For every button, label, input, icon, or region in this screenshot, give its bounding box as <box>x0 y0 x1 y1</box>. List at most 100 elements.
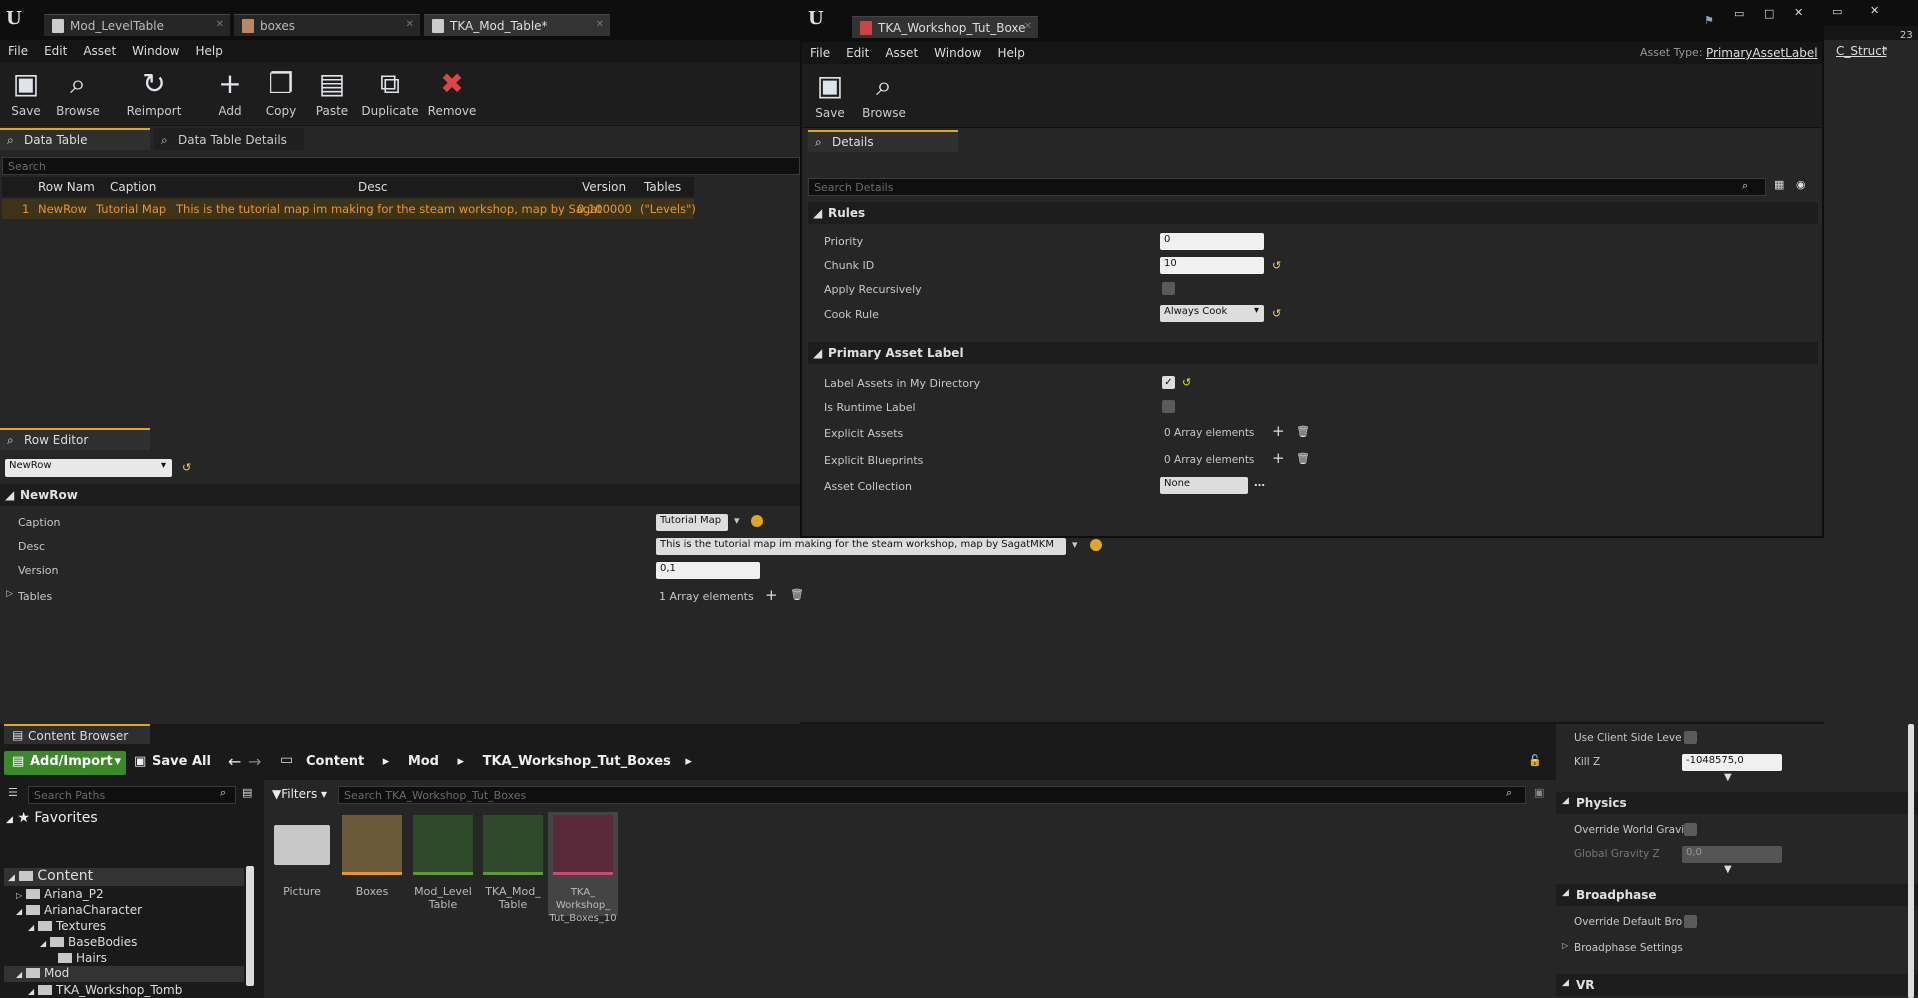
chevron-down-icon[interactable]: ▾ <box>1072 538 1078 551</box>
plus-icon[interactable]: + <box>765 586 778 604</box>
tab-row-editor[interactable]: ⌕ Row Editor <box>0 428 150 450</box>
tree-item-hairs[interactable]: Hairs <box>58 951 107 965</box>
remove-button[interactable]: ✖ Remove <box>424 66 480 122</box>
tree-item-content[interactable]: ◢ Content <box>4 868 244 886</box>
reset-icon[interactable]: ↺ <box>1182 376 1191 389</box>
section-physics[interactable]: ◢ Physics <box>1556 792 1918 814</box>
add-import-button[interactable]: ▤ Add/Import ▾ <box>4 751 126 775</box>
unreal-logo-icon[interactable]: U <box>808 8 824 29</box>
minimize-icon[interactable]: ▭ <box>1832 5 1842 18</box>
close-icon[interactable]: ✕ <box>1794 6 1803 19</box>
tree-item-ariana-p2[interactable]: ▷ Ariana_P2 <box>16 887 104 901</box>
reset-icon[interactable]: ↺ <box>1272 307 1281 320</box>
search-icon[interactable]: ⌕ <box>1882 42 1888 56</box>
section-rules[interactable]: ◢ Rules <box>808 202 1818 224</box>
desc-field[interactable]: This is the tutorial map im making for t… <box>656 538 1066 555</box>
menu-window[interactable]: Window <box>926 42 989 60</box>
save-all-button[interactable]: ▣ Save All <box>132 754 211 769</box>
column-header[interactable]: Tables <box>644 180 681 194</box>
reimport-button[interactable]: ↻ Reimport <box>124 66 184 122</box>
asset-mod-level-table[interactable]: Mod_Level Table <box>411 815 475 915</box>
plus-icon[interactable]: + <box>1272 449 1285 467</box>
lock-icon[interactable]: 🔓 <box>1528 754 1542 767</box>
list-toggle-icon[interactable]: ☰ <box>8 786 18 799</box>
tree-item-mod[interactable]: ◢ Mod <box>4 966 244 982</box>
chevron-down-icon[interactable]: ▼ <box>1724 864 1732 875</box>
asset-picture-folder[interactable]: Picture <box>270 815 334 915</box>
pin-icon[interactable]: ⚑ <box>1704 14 1714 27</box>
duplicate-button[interactable]: ⧉ Duplicate <box>360 66 420 122</box>
override-gravity-checkbox[interactable] <box>1684 823 1697 836</box>
broadphase-settings-label[interactable]: Broadphase Settings <box>1574 942 1683 954</box>
tree-item-basebodies[interactable]: ◢ BaseBodies <box>40 935 137 949</box>
trash-icon[interactable]: 🗑 <box>790 588 804 601</box>
menu-asset[interactable]: Asset <box>877 42 926 60</box>
use-client-side-checkbox[interactable] <box>1684 731 1697 744</box>
tab-boxes[interactable]: boxes ✕ <box>234 14 420 36</box>
search-icon[interactable]: ⌕ <box>1742 179 1748 193</box>
tab-content-browser[interactable]: ▤ Content Browser <box>4 724 150 744</box>
column-header[interactable]: Version <box>582 180 626 194</box>
tab-tka-mod-table[interactable]: TKA_Mod_Table* ✕ <box>424 14 610 36</box>
asset-tka-workshop-tut-boxes[interactable]: TKA_ Workshop_ Tut_Boxes_10 <box>548 812 618 924</box>
asset-type-link[interactable]: PrimaryAssetLabel <box>1706 46 1818 60</box>
search-icon[interactable]: ⌕ <box>220 786 226 800</box>
trash-icon[interactable]: 🗑 <box>1296 425 1310 438</box>
reset-icon[interactable]: ↺ <box>1272 259 1281 272</box>
paste-button[interactable]: ▤ Paste <box>306 66 358 122</box>
save-search-icon[interactable]: ▣ <box>1534 786 1544 799</box>
favorites-header[interactable]: ◢ ★ Favorites <box>6 810 98 826</box>
add-button[interactable]: + Add <box>204 66 256 122</box>
asset-collection-field[interactable]: None <box>1160 477 1248 494</box>
version-field[interactable]: 0,1 <box>656 562 760 579</box>
eye-icon[interactable]: ◉ <box>1796 178 1806 191</box>
tree-item-tka-workshop-tomb[interactable]: ◢ TKA_Workshop_Tomb <box>28 983 182 997</box>
close-icon[interactable]: ✕ <box>406 19 414 30</box>
close-icon[interactable]: ✕ <box>596 19 604 30</box>
plus-icon[interactable]: + <box>1272 422 1285 440</box>
reset-icon[interactable]: ↺ <box>182 461 191 474</box>
column-header[interactable]: Desc <box>358 180 387 194</box>
chevron-down-icon[interactable]: ▼ <box>1724 772 1732 783</box>
menu-edit[interactable]: Edit <box>838 42 877 60</box>
copy-button[interactable]: ❐ Copy <box>255 66 307 122</box>
expand-icon[interactable]: ▷ <box>6 589 13 599</box>
close-icon[interactable]: ✕ <box>1024 21 1032 32</box>
maximize-icon[interactable]: □ <box>1764 7 1774 20</box>
details-scrollbar[interactable] <box>1908 724 1914 998</box>
section-vr[interactable]: ◢ VR <box>1556 974 1918 996</box>
asset-tka-mod-table[interactable]: TKA_Mod_ Table <box>481 815 545 915</box>
breadcrumb-tka-workshop[interactable]: TKA_Workshop_Tut_Boxes <box>483 754 671 769</box>
menu-file[interactable]: File <box>802 42 838 60</box>
breadcrumb-mod[interactable]: Mod <box>408 754 439 769</box>
section-broadphase[interactable]: ◢ Broadphase <box>1556 884 1918 906</box>
browse-button[interactable]: ⌕ Browse <box>858 68 910 124</box>
minimize-icon[interactable]: ▭ <box>1734 7 1744 20</box>
tab-data-table-details[interactable]: ⌕ Data Table Details <box>154 128 304 150</box>
breadcrumb-content[interactable]: Content <box>306 754 364 769</box>
asset-search-input[interactable]: Search TKA_Workshop_Tut_Boxes <box>338 786 1526 804</box>
cook-rule-select[interactable]: Always Cook ▾ <box>1160 305 1264 322</box>
tree-item-textures[interactable]: ◢ Textures <box>28 919 106 933</box>
menu-edit[interactable]: Edit <box>36 40 75 58</box>
override-broadphase-checkbox[interactable] <box>1684 915 1697 928</box>
more-options-icon[interactable]: … <box>1254 476 1265 489</box>
search-icon[interactable]: ⌕ <box>1506 786 1512 800</box>
runtime-checkbox[interactable] <box>1162 400 1175 413</box>
row-select[interactable]: NewRow ▾ <box>5 459 172 477</box>
menu-help[interactable]: Help <box>187 40 230 58</box>
menu-help[interactable]: Help <box>989 42 1032 60</box>
browse-button[interactable]: ⌕ Browse <box>52 66 104 122</box>
asset-boxes[interactable]: Boxes <box>340 815 404 915</box>
menu-file[interactable]: File <box>0 40 36 58</box>
caption-field[interactable]: Tutorial Map <box>656 514 728 531</box>
tab-primary-asset-label[interactable]: TKA_Workshop_Tut_Boxe ✕ <box>852 16 1038 38</box>
label-assets-checkbox[interactable]: ✓ <box>1162 376 1175 389</box>
list-view-icon[interactable]: ▤ <box>242 786 252 799</box>
trash-icon[interactable]: 🗑 <box>1296 452 1310 465</box>
back-arrow-icon[interactable]: ← <box>228 752 241 771</box>
expand-icon[interactable]: ▷ <box>1562 941 1568 950</box>
column-header[interactable]: Caption <box>110 180 156 194</box>
grid-view-icon[interactable]: ▦ <box>1774 178 1784 191</box>
close-icon[interactable]: ✕ <box>1870 4 1879 17</box>
